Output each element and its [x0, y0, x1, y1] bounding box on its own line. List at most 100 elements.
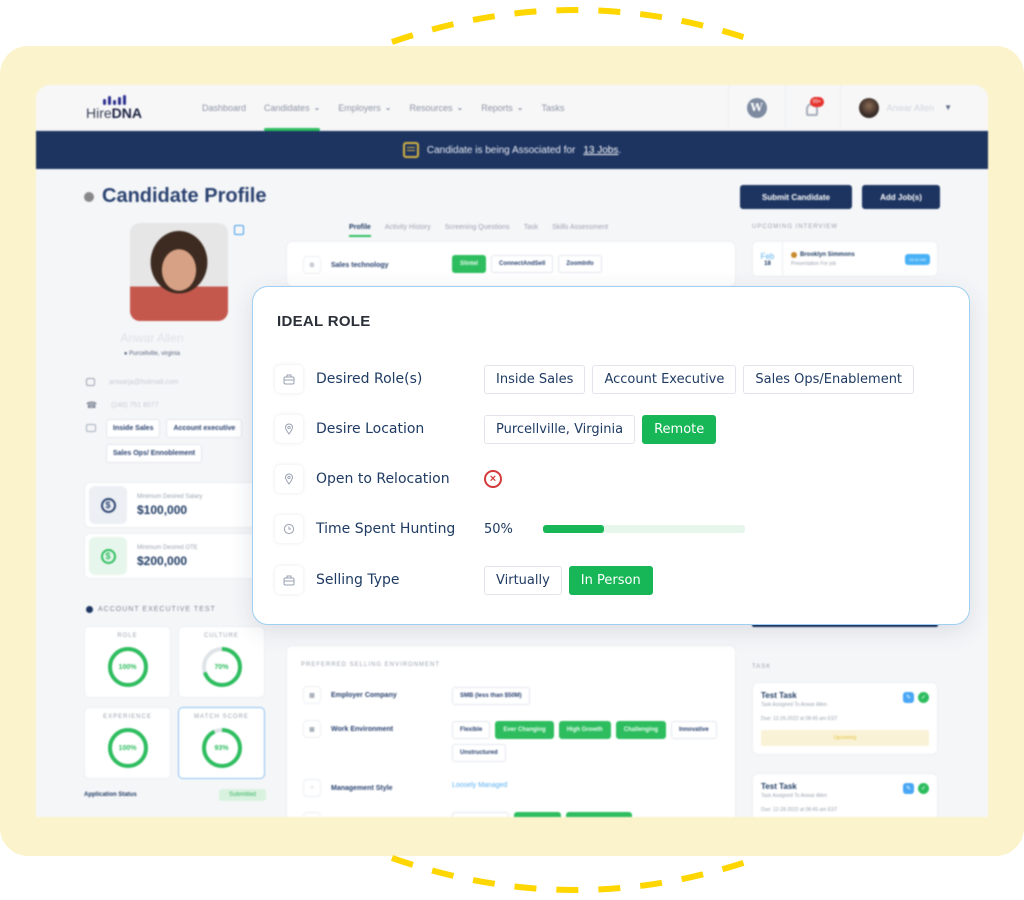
desired-roles-label: Desired Role(s) [316, 371, 423, 387]
dollar-icon: $ [100, 548, 116, 564]
task-card: Test Task Task Assigned To Anwar Allen D… [752, 773, 938, 817]
check-icon[interactable]: ✓ [918, 692, 929, 703]
score-percent: 93% [214, 744, 229, 752]
tab-profile[interactable]: Profile [349, 224, 371, 237]
nav-item-tasks[interactable]: Tasks [541, 85, 564, 131]
value-chip: Team-oriented [452, 812, 509, 817]
value-chip: SMB (less than $50M) [452, 687, 530, 705]
edit-icon[interactable]: ✎ [903, 692, 914, 703]
briefcase-icon: ▣ [303, 720, 321, 738]
tab-screening-questions[interactable]: Screening Questions [445, 224, 510, 237]
interview-card[interactable]: Feb 18 Brooklyn Simmons Presentation For … [752, 241, 938, 277]
nav-item-dashboard[interactable]: Dashboard [202, 85, 246, 131]
nav-item-reports[interactable]: Reports ⌄ [481, 85, 523, 131]
jobs-link[interactable]: 13 Jobs [583, 145, 618, 156]
value-chip: Challenging [615, 721, 667, 739]
candidate-phone[interactable]: (240) 751 8077 [111, 402, 158, 409]
desired-location-row: Desire Location [275, 414, 486, 444]
banner-text: Candidate is being Associated for [426, 144, 576, 156]
selling-type-row: Selling Type [275, 565, 486, 595]
time-hunting-progress-fill [543, 525, 604, 533]
back-icon[interactable] [84, 191, 94, 202]
candidate-location-text: Purcellville, virginia [129, 351, 181, 357]
selling-type-label: Selling Type [316, 572, 400, 588]
task-due: Due: 12-28-2022 at 08:45 am EST [761, 807, 838, 813]
ideal-role-card: IDEAL ROLE Desired Role(s) Inside Sales A… [252, 286, 970, 625]
building-icon: ▦ [303, 686, 321, 704]
relocation-value: × [484, 464, 502, 494]
add-jobs-button[interactable]: Add Job(s) [862, 185, 940, 209]
score-ring: 100% [105, 644, 151, 690]
role-chip: Account executive [166, 419, 243, 438]
tab-task[interactable]: Task [524, 224, 538, 237]
user-avatar [858, 97, 879, 118]
value-chip: Detailed-Oriented [566, 812, 633, 817]
selling-type-values: Virtually In Person [484, 565, 653, 595]
work-environment-row: ▣ Work Environment [303, 720, 393, 738]
user-menu[interactable]: Anwar Allen ▼ [839, 85, 970, 131]
dollar-icon: $ [100, 497, 116, 513]
chevron-down-icon: ⌄ [384, 103, 392, 112]
hiredna-logo[interactable]: HireDNA [84, 94, 144, 121]
selling-environment-card: PREFERRED SELLING ENVIRONMENT ▦ Employer… [286, 645, 736, 817]
wordpress-icon[interactable]: W [746, 97, 767, 118]
mail-icon [86, 378, 95, 386]
gear-icon: ⚙ [303, 256, 321, 274]
chevron-down-icon: ⌄ [313, 103, 321, 112]
score-label: ROLE [117, 633, 138, 639]
value-chip: Flexible [452, 721, 491, 739]
bullet-icon [86, 606, 93, 613]
nav-item-label: Resources [409, 102, 453, 113]
value-chip: Supportive [513, 812, 562, 817]
score-ring: 100% [105, 725, 151, 771]
phone-row: ☎ (240) 751 8077 [86, 400, 159, 411]
chevron-down-icon: ⌄ [456, 103, 464, 112]
min-ote-card: $ Minimum Desired OTE $200,000 [84, 533, 274, 579]
location-pin-icon [275, 465, 303, 493]
tab-activity-history[interactable]: Activity History [385, 224, 431, 237]
desired-roles-row: Desired Role(s) [275, 364, 486, 394]
submit-candidate-button[interactable]: Submit Candidate [740, 185, 852, 209]
external-link-icon[interactable] [234, 225, 244, 235]
candidate-location: ● Purcellville, virginia [123, 351, 181, 357]
nav-item-employers[interactable]: Employers ⌄ [338, 85, 391, 131]
time-hunting-percent: 50% [484, 521, 513, 537]
min-ote-value: $200,000 [137, 553, 188, 568]
tab-skills-assessment[interactable]: Skills Assessment [552, 224, 608, 237]
nav-item-resources[interactable]: Resources ⌄ [410, 85, 464, 131]
candidate-photo [130, 223, 228, 321]
selling-environment-title: PREFERRED SELLING ENVIRONMENT [301, 662, 441, 668]
candidate-email[interactable]: anwarja@hotmail.com [109, 379, 178, 386]
ideal-role-title: IDEAL ROLE [277, 313, 371, 330]
test-title: ACCOUNT EXECUTIVE TEST [86, 606, 216, 613]
nav-item-label: Tasks [541, 102, 565, 113]
page-title: Candidate Profile [84, 185, 266, 208]
thumb-icon: ▲ [303, 812, 321, 817]
chevron-down-icon: ⌄ [516, 103, 524, 112]
sales-technology-card: ⚙ Sales technology Slintel ConnectAndSell… [286, 241, 736, 287]
desired-location-values: Purcellville, Virginia Remote [484, 414, 717, 444]
value-chip: ZoomInfo [558, 255, 602, 273]
nav-item-candidates[interactable]: Candidates ⌄ [264, 85, 321, 131]
close-circle-icon: × [484, 470, 502, 488]
management-style-value: Loosely Managed [452, 782, 508, 789]
score-ring: 93% [199, 725, 245, 771]
clock-icon [275, 515, 303, 543]
page-title-text: Candidate Profile [102, 185, 267, 207]
logo-text-bold: DNA [111, 104, 142, 121]
min-salary-card: $ Minimum Desired Salary $100,000 [84, 482, 274, 528]
score-ring: 70% [199, 644, 245, 690]
top-navigation-bar: HireDNA Dashboard Candidates ⌄ Employers ⌄ Re… [36, 85, 988, 131]
sales-technology-label: Sales technology [331, 261, 389, 269]
nav-item-label: Candidates [264, 102, 310, 113]
management-style-label: Management Style [331, 784, 393, 792]
notification-bell-icon[interactable]: 99+ [804, 96, 825, 117]
nav-item-label: Dashboard [202, 102, 247, 113]
edit-icon[interactable]: ✎ [903, 783, 914, 794]
interview-month: Feb [760, 251, 775, 261]
sales-technology-values: Slintel ConnectAndSell ZoomInfo [452, 255, 732, 273]
briefcase-icon [275, 566, 303, 594]
time-hunting-progress-bar [543, 525, 745, 533]
check-icon[interactable]: ✓ [918, 783, 929, 794]
time-hunting-row: Time Spent Hunting [275, 514, 486, 544]
